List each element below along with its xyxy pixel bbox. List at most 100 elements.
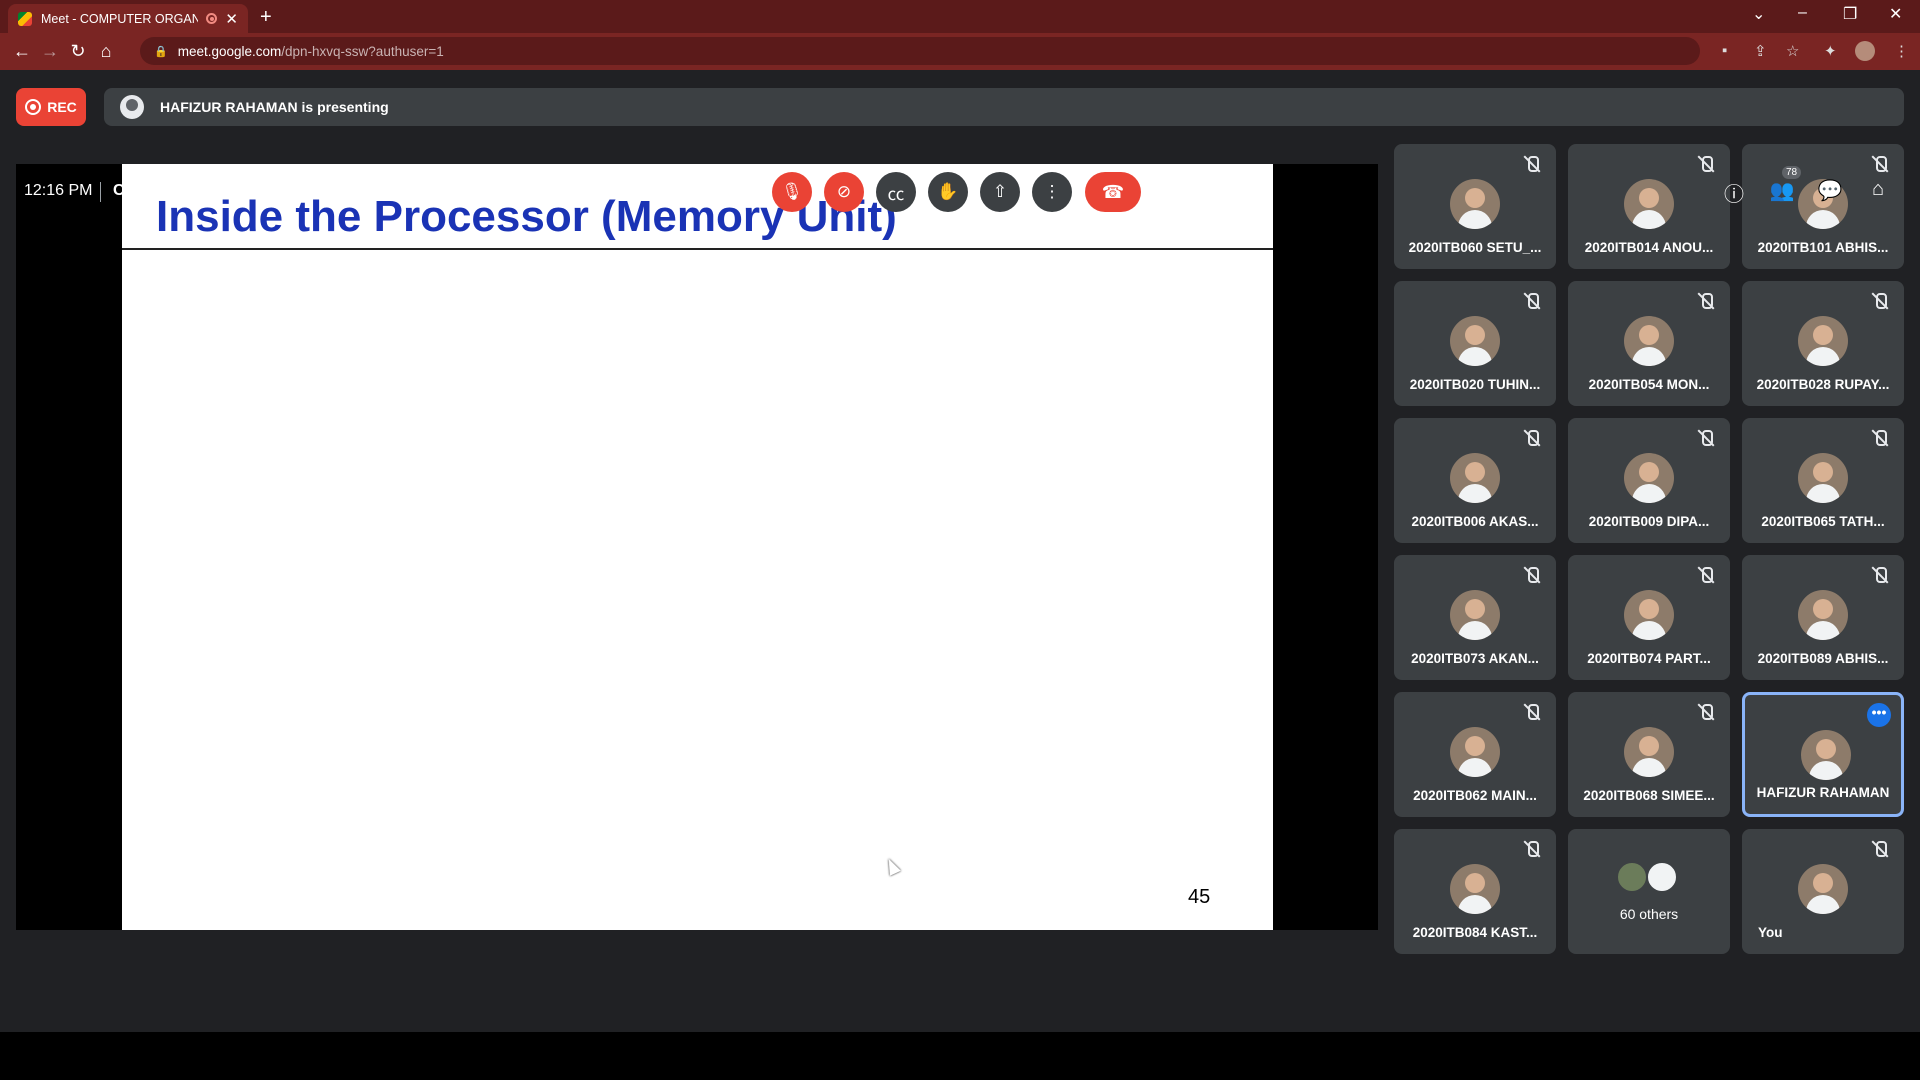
participant-name: 2020ITB006 AKAS... <box>1411 514 1539 529</box>
avatar <box>1798 453 1848 503</box>
participant-tile[interactable]: 2020ITB014 ANOU... <box>1568 144 1730 269</box>
participant-name: 2020ITB073 AKAN... <box>1411 651 1539 666</box>
people-count-badge: 78 <box>1782 166 1802 179</box>
info-icon: ⓘ <box>1724 184 1744 206</box>
browser-tab[interactable]: Meet - COMPUTER ORGANIZ ✕ <box>8 4 248 33</box>
participant-tile[interactable]: 2020ITB074 PART... <box>1568 555 1730 680</box>
avatar <box>1624 453 1674 503</box>
restore-button[interactable]: ❐ <box>1843 4 1857 24</box>
hand-icon: ✋ <box>937 182 959 201</box>
meeting-details-button[interactable]: ⓘ <box>1720 178 1748 207</box>
extensions-icon[interactable]: ✦ <box>1824 42 1837 60</box>
minimize-button[interactable]: – <box>1798 4 1807 22</box>
avatar <box>1450 864 1500 914</box>
people-button[interactable]: 👥 <box>1768 178 1796 203</box>
participant-tile[interactable]: 2020ITB060 SETU_... <box>1394 144 1556 269</box>
activities-button[interactable]: ⌂ <box>1864 178 1892 201</box>
participant-tile[interactable]: 2020ITB101 ABHIS... <box>1742 144 1904 269</box>
chat-icon: 💬 <box>1817 180 1843 202</box>
participant-tile[interactable]: 2020ITB062 MAIN... <box>1394 692 1556 817</box>
bottom-empty-area <box>0 1032 1920 1080</box>
address-bar[interactable]: 🔒 meet.google.com/dpn-hxvq-ssw?authuser=… <box>140 37 1700 65</box>
others-tile[interactable]: 60 others <box>1568 829 1730 954</box>
participant-name: 2020ITB089 ABHIS... <box>1757 651 1889 666</box>
avatar <box>1798 590 1848 640</box>
people-icon: 👥 <box>1769 180 1795 202</box>
captions-icon: ㏄ <box>887 184 905 204</box>
participant-tile[interactable]: 2020ITB009 DIPA... <box>1568 418 1730 543</box>
participant-name: 2020ITB065 TATH... <box>1761 514 1885 529</box>
participant-tile[interactable]: 2020ITB028 RUPAY... <box>1742 281 1904 406</box>
mic-muted-icon <box>1696 428 1716 448</box>
address-toolbar: ← → ↻ ⌂ 🔒 meet.google.com/dpn-hxvq-ssw?a… <box>0 33 1920 70</box>
participant-name: 2020ITB014 ANOU... <box>1584 240 1714 255</box>
camera-off-button[interactable]: ⊘ <box>824 172 864 212</box>
participant-name: 2020ITB020 TUHIN... <box>1409 377 1541 392</box>
activities-icon: ⌂ <box>1871 178 1885 200</box>
mic-muted-icon <box>1870 291 1890 311</box>
slide: Inside the Processor (Memory Unit) 45 <box>122 164 1273 930</box>
back-icon[interactable]: ← <box>8 41 36 62</box>
mic-muted-icon <box>1522 154 1542 174</box>
mic-muted-icon <box>1870 428 1890 448</box>
participant-tile[interactable]: 2020ITB020 TUHIN... <box>1394 281 1556 406</box>
participant-tile[interactable]: 2020ITB054 MON... <box>1568 281 1730 406</box>
mic-muted-icon <box>1522 291 1542 311</box>
forward-icon[interactable]: → <box>36 41 64 62</box>
mic-muted-icon <box>1696 702 1716 722</box>
present-button[interactable]: ⇧ <box>980 172 1020 212</box>
avatar <box>1450 179 1500 229</box>
captions-button[interactable]: ㏄ <box>876 172 916 212</box>
participant-tile[interactable]: You <box>1742 829 1904 954</box>
participant-tile[interactable]: 2020ITB089 ABHIS... <box>1742 555 1904 680</box>
mic-muted-icon <box>1870 565 1890 585</box>
browser-tab-bar: Meet - COMPUTER ORGANIZ ✕ + ⌄ – ❐ ✕ <box>0 0 1920 33</box>
new-tab-button[interactable]: + <box>260 6 272 29</box>
profile-avatar[interactable] <box>1855 41 1875 61</box>
tile-options-button[interactable]: ••• <box>1867 703 1891 727</box>
reload-icon[interactable]: ↻ <box>64 41 92 62</box>
hang-up-icon: ☎ <box>1101 181 1125 202</box>
chat-button[interactable]: 💬 <box>1816 178 1844 203</box>
mic-muted-icon <box>1522 702 1542 722</box>
leave-call-button[interactable]: ☎ <box>1085 172 1141 212</box>
participant-name: 2020ITB028 RUPAY... <box>1756 377 1890 392</box>
browser-menu-icon[interactable]: ⋮ <box>1894 42 1909 60</box>
divider <box>100 182 101 202</box>
mic-muted-icon <box>1522 565 1542 585</box>
home-icon[interactable]: ⌂ <box>92 41 120 62</box>
share-icon[interactable]: ⇪ <box>1754 42 1767 60</box>
recording-badge: REC <box>16 88 86 126</box>
meeting-title: COMPUTER ORGANIZATION AND ARCHITECTURE (… <box>113 182 528 199</box>
avatar <box>1624 590 1674 640</box>
avatar <box>1450 453 1500 503</box>
mic-muted-icon <box>1522 428 1542 448</box>
participant-tile[interactable]: 2020ITB073 AKAN... <box>1394 555 1556 680</box>
presenter-avatar <box>120 95 144 119</box>
mic-muted-icon <box>1696 154 1716 174</box>
participant-tile[interactable]: 2020ITB068 SIMEE... <box>1568 692 1730 817</box>
presenting-banner: HAFIZUR RAHAMAN is presenting <box>104 88 1904 126</box>
mic-off-button[interactable]: 🎙 <box>772 172 812 212</box>
rec-label: REC <box>47 99 77 115</box>
present-screen-icon: ⇧ <box>992 182 1008 201</box>
camera-icon[interactable]: ▪ <box>1722 42 1727 59</box>
mic-muted-icon <box>1522 839 1542 859</box>
bookmark-star-icon[interactable]: ☆ <box>1786 42 1799 60</box>
more-options-button[interactable]: ⋮ <box>1032 172 1072 212</box>
tab-search-icon[interactable]: ⌄ <box>1752 4 1765 24</box>
avatar <box>1624 316 1674 366</box>
participant-tile[interactable]: 2020ITB065 TATH... <box>1742 418 1904 543</box>
participant-tile[interactable]: ••• HAFIZUR RAHAMAN <box>1742 692 1904 817</box>
close-tab-icon[interactable]: ✕ <box>225 10 238 28</box>
participant-tile[interactable]: 2020ITB006 AKAS... <box>1394 418 1556 543</box>
avatar <box>1624 727 1674 777</box>
avatar <box>1798 864 1848 914</box>
participant-tile[interactable]: 2020ITB084 KAST... <box>1394 829 1556 954</box>
record-icon <box>25 99 42 115</box>
presentation-stage[interactable]: Inside the Processor (Memory Unit) 45 <box>16 164 1378 930</box>
participant-name: HAFIZUR RAHAMAN <box>1756 785 1890 800</box>
raise-hand-button[interactable]: ✋ <box>928 172 968 212</box>
close-window-button[interactable]: ✕ <box>1889 4 1902 24</box>
participant-name: 2020ITB074 PART... <box>1587 651 1711 666</box>
